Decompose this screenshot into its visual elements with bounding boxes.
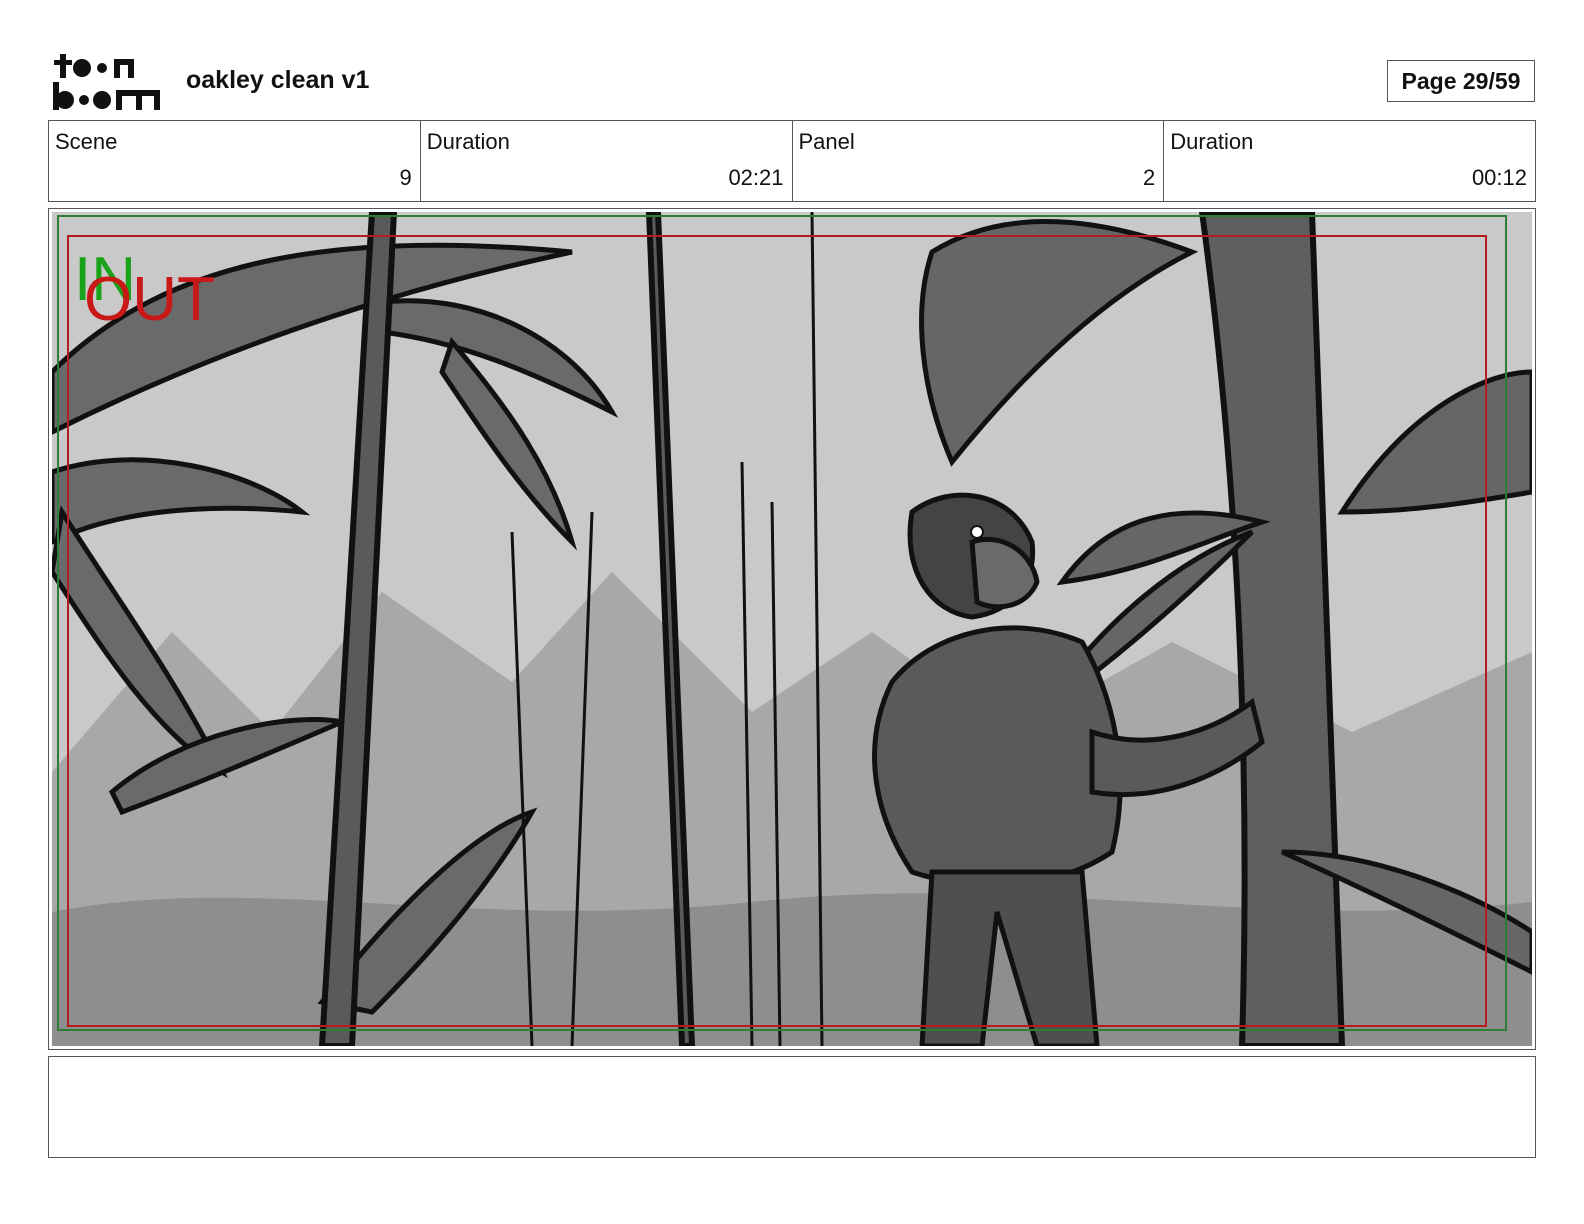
panel-value: 2 xyxy=(1143,165,1156,190)
panel-label: Panel xyxy=(798,129,855,154)
panel-notes xyxy=(48,1056,1536,1158)
scene-duration-label: Duration xyxy=(426,129,510,154)
panel-duration-label: Duration xyxy=(1170,129,1254,154)
scene-info-table: Scene 9 Duration 02:21 Panel 2 Duration … xyxy=(48,120,1536,202)
scene-duration-cell: Duration 02:21 xyxy=(421,121,793,201)
scene-label: Scene xyxy=(55,129,118,154)
scene-cell: Scene 9 xyxy=(49,121,421,201)
project-title: oakley clean v1 xyxy=(186,66,370,94)
panel-duration-cell: Duration 00:12 xyxy=(1164,121,1535,201)
scene-value: 9 xyxy=(399,165,412,190)
page-indicator: Page 29/59 xyxy=(1387,60,1535,102)
scene-duration-value: 02:21 xyxy=(728,165,784,190)
panel-duration-value: 00:12 xyxy=(1471,165,1527,190)
panel-cell: Panel 2 xyxy=(793,121,1165,201)
storyboard-panel-image: IN OUT xyxy=(52,212,1532,1046)
toon-boom-logo xyxy=(53,54,160,110)
out-marker: OUT xyxy=(84,265,215,334)
